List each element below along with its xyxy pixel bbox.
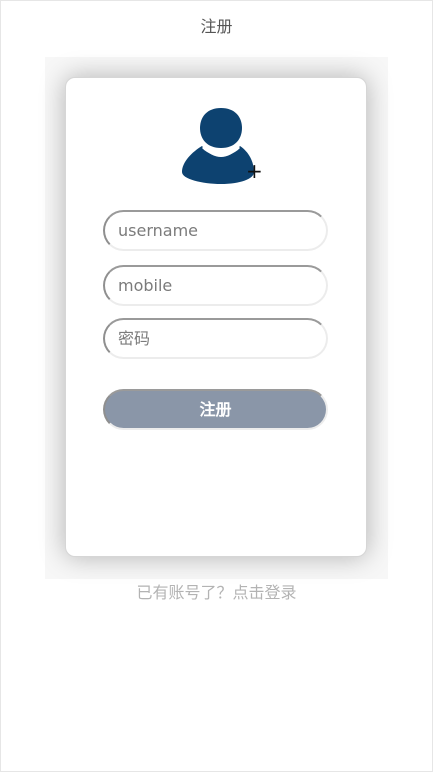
mobile-input[interactable]: [103, 265, 328, 306]
register-page: 注册 + 注册 已有账号了？点击登录: [0, 0, 433, 772]
avatar-upload-button[interactable]: +: [180, 106, 263, 190]
page-title: 注册: [200, 17, 233, 36]
login-link[interactable]: 已有账号了？点击登录: [1, 579, 432, 607]
register-button[interactable]: 注册: [103, 389, 328, 430]
username-input[interactable]: [103, 210, 328, 251]
register-card: + 注册: [65, 77, 367, 557]
plus-icon: +: [246, 159, 263, 183]
password-input[interactable]: [103, 318, 328, 359]
